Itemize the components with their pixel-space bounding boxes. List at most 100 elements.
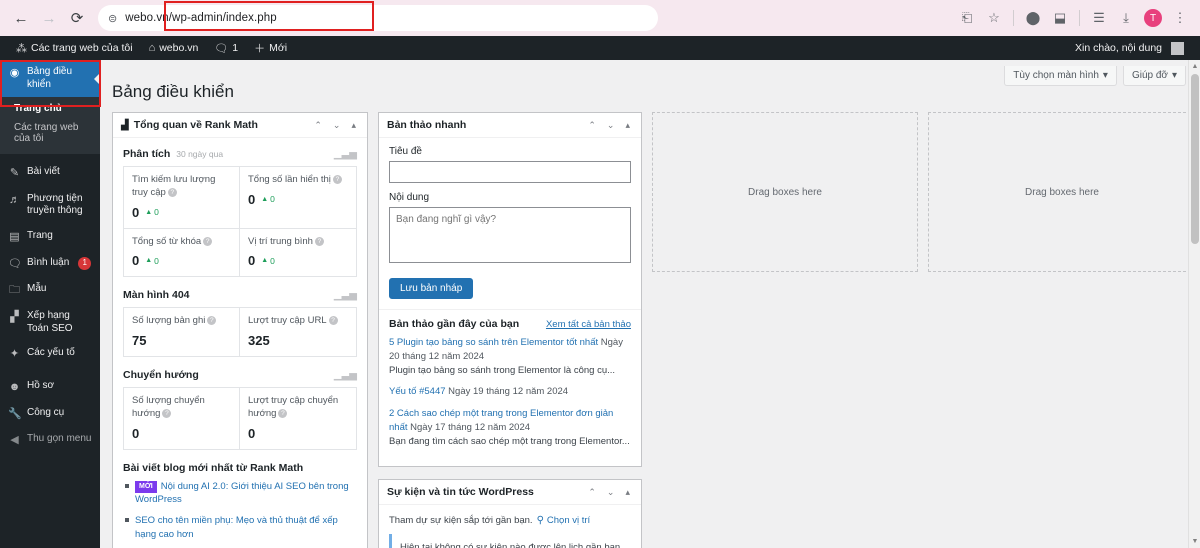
analytics-stat-grid: Tìm kiếm lưu lượng truy cập? 0 ▲ 0 Tổng s… xyxy=(123,166,357,278)
screen404-chart-icon[interactable]: ▁▃▅ xyxy=(334,290,357,301)
help-tooltip-icon[interactable]: ? xyxy=(278,409,288,419)
screen-meta-links: Tùy chọn màn hình ▾ Giúp đỡ ▾ xyxy=(1004,66,1186,86)
profile-initial: T xyxy=(1144,9,1162,27)
help-tooltip-icon[interactable]: ? xyxy=(203,236,213,246)
widget-toggle-icon[interactable]: ▴ xyxy=(622,120,633,131)
help-tooltip-icon[interactable]: ? xyxy=(207,316,217,326)
dashboard-icon: ◉ xyxy=(9,67,20,79)
list-item[interactable]: SEO cho tên miền phụ: Mẹo và thủ thuật đ… xyxy=(123,514,357,541)
extensions-puzzle-icon[interactable]: ⬤ xyxy=(1021,6,1045,30)
sidebar-collapse-button[interactable]: ◀ Thu gọn menu xyxy=(0,427,100,454)
translate-icon[interactable]: ⎗ xyxy=(955,6,979,30)
sidebar-item-elements[interactable]: ✦ Các yếu tố xyxy=(0,341,100,368)
reading-list-icon[interactable]: ☰ xyxy=(1087,6,1111,30)
sidebar-item-rank-math[interactable]: ▞ Xếp hạng Toán SEO xyxy=(0,304,100,341)
redirect-chart-icon[interactable]: ▁▃▅ xyxy=(334,370,357,381)
list-item[interactable]: MỚI Nội dung AI 2.0: Giới thiệu AI SEO bê… xyxy=(123,480,357,507)
bookmark-star-icon[interactable]: ☆ xyxy=(982,6,1006,30)
widget-move-up-icon[interactable]: ⌃ xyxy=(585,487,599,498)
sidebar-item-media[interactable]: ♬ Phương tiện truyền thông xyxy=(0,187,100,224)
download-icon[interactable]: ⤓ xyxy=(1114,6,1138,30)
quick-draft-widget: Bản thảo nhanh ⌃ ⌄ ▴ Tiêu đề Nội dung Lư… xyxy=(378,112,642,468)
sidebar-subitem-home[interactable]: Trang chủ xyxy=(0,99,100,118)
list-item[interactable]: 2 Cách sao chép một trang trong Elemento… xyxy=(389,407,631,448)
draft-title[interactable]: 5 Plugin tạo bảng so sánh trên Elementor… xyxy=(389,337,598,348)
admin-bar-new[interactable]: ＋ Mới xyxy=(246,36,295,60)
stat-label: Lượt truy cập URL xyxy=(248,315,327,327)
recent-drafts-header: Bản thảo gần đây của bạn Xem tất cả bản … xyxy=(389,318,631,330)
sidebar-item-tools[interactable]: 🔧 Công cụ xyxy=(0,401,100,428)
page-icon: ▤ xyxy=(9,230,20,243)
address-bar[interactable]: ⊜ webo.vn/wp-admin/index.php xyxy=(98,5,658,31)
scroll-up-arrow-icon[interactable]: ▲ xyxy=(1191,63,1199,70)
help-tooltip-icon[interactable]: ? xyxy=(332,174,342,184)
quick-draft-header: Bản thảo nhanh ⌃ ⌄ ▴ xyxy=(379,113,641,138)
widget-move-down-icon[interactable]: ⌄ xyxy=(604,487,618,498)
admin-sidebar: ◉ Bảng điều khiển Trang chủ Các trang we… xyxy=(0,60,101,548)
dashboard-column-3: Drag boxes here xyxy=(652,112,918,272)
sidebar-item-label: Các yếu tố xyxy=(27,347,75,358)
sidebar-item-pages[interactable]: ▤ Trang xyxy=(0,224,100,251)
caret-up-icon: ▲ xyxy=(145,208,153,216)
list-item[interactable]: 5 Plugin tạo bảng so sánh trên Elementor… xyxy=(389,336,631,377)
new-badge: MỚI xyxy=(135,480,157,493)
scrollbar-thumb[interactable] xyxy=(1191,74,1199,244)
wp-admin-bar: ⁂ Các trang web của tôi ⌂ webo.vn 🗨 1 ＋ … xyxy=(0,36,1200,60)
drag-drop-zone-right[interactable]: Drag boxes here xyxy=(928,112,1196,272)
back-icon[interactable]: ← xyxy=(8,5,34,31)
screen-options-button[interactable]: Tùy chọn màn hình ▾ xyxy=(1004,66,1117,86)
stat-value: 0 xyxy=(248,425,256,441)
template-folder-icon: 🗀 xyxy=(9,284,20,297)
widget-move-down-icon[interactable]: ⌄ xyxy=(330,120,344,131)
draft-content-textarea[interactable] xyxy=(389,207,631,263)
browser-menu-icon[interactable]: ⋮ xyxy=(1168,6,1192,30)
sidebar-item-comments[interactable]: 🗨 Bình luận 1 xyxy=(0,251,100,278)
sidebar-item-posts[interactable]: ✎ Bài viết xyxy=(0,160,100,187)
home-icon: ⌂ xyxy=(148,42,156,54)
widget-move-up-icon[interactable]: ⌃ xyxy=(585,120,599,131)
sidebar-subitem-my-sites[interactable]: Các trang web của tôi xyxy=(0,118,100,148)
widget-move-down-icon[interactable]: ⌄ xyxy=(604,120,618,131)
pin-icon: ✎ xyxy=(9,167,20,179)
sidebar-item-label: Xếp hạng Toán SEO xyxy=(27,310,73,334)
widget-toggle-icon[interactable]: ▴ xyxy=(622,487,633,498)
side-panel-icon[interactable]: ⬓ xyxy=(1048,6,1072,30)
comment-icon: 🗨 xyxy=(8,257,22,270)
admin-bar-account[interactable]: Xin chào, nội dung xyxy=(1067,36,1192,60)
avatar[interactable]: T xyxy=(1141,6,1165,30)
sidebar-item-profile[interactable]: ☻ Hồ sơ xyxy=(0,374,100,401)
admin-bar-comments[interactable]: 🗨 1 xyxy=(206,36,246,60)
site-settings-icon[interactable]: ⊜ xyxy=(108,12,117,25)
sidebar-item-label: Hồ sơ xyxy=(27,379,55,391)
help-button[interactable]: Giúp đỡ ▾ xyxy=(1122,66,1186,86)
page-scrollbar[interactable]: ▲ ▼ xyxy=(1188,60,1200,548)
draft-title[interactable]: Yếu tố #5447 xyxy=(389,386,446,397)
dashboard-columns: ▟ Tổng quan về Rank Math ⌃ ⌄ ▴ Phân tích… xyxy=(100,112,1200,548)
admin-bar-new-label: Mới xyxy=(269,42,288,54)
view-all-drafts-link[interactable]: Xem tất cả bản thảo xyxy=(546,319,631,330)
admin-bar-site-name[interactable]: ⌂ webo.vn xyxy=(141,36,207,60)
location-pin-icon: ⚲ xyxy=(536,515,544,527)
choose-location-link[interactable]: ⚲ Chọn vị trí xyxy=(537,515,591,526)
sidebar-item-templates[interactable]: 🗀 Mẫu xyxy=(0,277,100,304)
help-tooltip-icon[interactable]: ? xyxy=(328,316,338,326)
widget-toggle-icon[interactable]: ▴ xyxy=(348,120,359,131)
network-icon: ⁂ xyxy=(16,42,27,55)
draft-title-input[interactable] xyxy=(389,161,631,183)
help-tooltip-icon[interactable]: ? xyxy=(162,409,172,419)
sidebar-item-dashboard[interactable]: ◉ Bảng điều khiển xyxy=(0,60,101,97)
widget-move-up-icon[interactable]: ⌃ xyxy=(311,120,325,131)
forward-icon[interactable]: → xyxy=(36,5,62,31)
analytics-chart-icon[interactable]: ▁▃▅ xyxy=(334,149,357,160)
screen-options-label: Tùy chọn màn hình xyxy=(1013,70,1099,81)
admin-bar-my-sites[interactable]: ⁂ Các trang web của tôi xyxy=(8,36,141,60)
save-draft-button[interactable]: Lưu bản nháp xyxy=(389,278,474,299)
stat-value: 0 xyxy=(248,253,256,269)
reload-icon[interactable]: ⟳ xyxy=(64,5,90,31)
list-item[interactable]: Yếu tố #5447 Ngày 19 tháng 12 năm 2024 xyxy=(389,385,631,399)
stat-value-row: 325 xyxy=(248,333,348,348)
scroll-down-arrow-icon[interactable]: ▼ xyxy=(1191,538,1199,545)
help-tooltip-icon[interactable]: ? xyxy=(314,236,324,246)
help-tooltip-icon[interactable]: ? xyxy=(167,187,177,197)
drag-drop-zone-left[interactable]: Drag boxes here xyxy=(652,112,918,272)
